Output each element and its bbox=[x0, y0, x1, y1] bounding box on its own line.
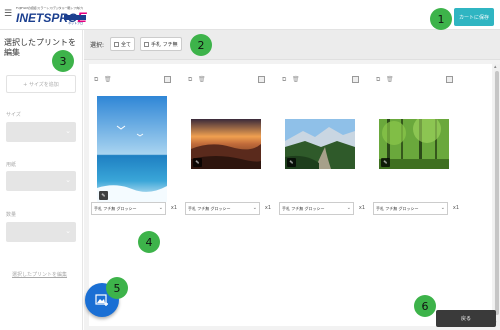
paper-select[interactable]: ⌄ bbox=[6, 171, 76, 191]
photo-thumbnail[interactable]: ✎ bbox=[285, 119, 355, 169]
annotation-badge: 1 bbox=[430, 8, 452, 30]
annotation-badge: 3 bbox=[52, 50, 74, 72]
print-option-label: 手札 フチ無 グロッシー bbox=[94, 205, 137, 211]
edit-pencil-icon[interactable]: ✎ bbox=[287, 158, 296, 167]
copy-icon[interactable]: ⧉ bbox=[94, 76, 98, 84]
copy-icon[interactable]: ⧉ bbox=[188, 76, 192, 84]
select-checkbox[interactable] bbox=[352, 76, 359, 83]
scroll-thumb[interactable] bbox=[495, 71, 499, 315]
size-label: サイズ bbox=[6, 112, 21, 118]
copy-icon[interactable]: ⧉ bbox=[376, 76, 380, 84]
sea-photo bbox=[97, 96, 167, 202]
edit-pencil-icon[interactable]: ✎ bbox=[99, 191, 108, 200]
quantity-label: x1 bbox=[170, 205, 177, 211]
add-photo-icon bbox=[95, 294, 108, 306]
size-select[interactable]: ⌄ bbox=[6, 122, 76, 142]
chevron-down-icon: ⌄ bbox=[346, 205, 351, 211]
select-checkbox[interactable] bbox=[446, 76, 453, 83]
photo-thumbnail[interactable]: ✎ bbox=[191, 119, 261, 169]
annotation-badge: 4 bbox=[138, 231, 160, 253]
apply-edit-link[interactable]: 選択したプリントを編集 bbox=[12, 271, 67, 278]
print-option-select[interactable]: 手札 フチ無 グロッシー ⌄ bbox=[373, 202, 448, 215]
trash-icon[interactable]: 🗑 bbox=[104, 76, 112, 83]
print-editor-page: ☰ FUJIFILMの認証(ミラーレス/デジタル一眼レフ向け) I NETSPR… bbox=[0, 0, 500, 330]
chevron-down-icon: ⌄ bbox=[440, 205, 445, 211]
return-button[interactable]: 戻る bbox=[436, 310, 496, 327]
select-size-chip[interactable]: 手札 フチ無 bbox=[140, 37, 182, 51]
chevron-down-icon: ⌄ bbox=[252, 205, 257, 211]
select-size-label: 手札 フチ無 bbox=[151, 41, 178, 48]
edit-pencil-icon[interactable]: ✎ bbox=[193, 158, 202, 167]
quantity-label: x1 bbox=[264, 205, 271, 211]
chevron-down-icon: ⌄ bbox=[158, 205, 163, 211]
select-checkbox[interactable] bbox=[258, 76, 265, 83]
print-card[interactable]: ⧉ 🗑 ✎ 手札 フチ無 グロッシー ⌄ x1 bbox=[91, 74, 177, 215]
filter-bar: 選択: 全て 手札 フチ無 bbox=[84, 30, 500, 60]
hamburger-icon[interactable]: ☰ bbox=[4, 10, 12, 19]
logo-bar bbox=[64, 15, 86, 20]
logo: FUJIFILMの認証(ミラーレス/デジタル一眼レフ向け) I NETSPRO … bbox=[16, 6, 87, 26]
edit-pencil-icon[interactable]: ✎ bbox=[381, 158, 390, 167]
print-card[interactable]: ⧉ 🗑 ✎ 手札 フチ無 グロッシー ⌄ x1 bbox=[279, 74, 365, 215]
print-option-label: 手札 フチ無 グロッシー bbox=[188, 205, 231, 211]
trash-icon[interactable]: 🗑 bbox=[292, 76, 300, 83]
logo-sub: ネットプロ bbox=[68, 21, 84, 25]
print-card[interactable]: ⧉ 🗑 ✎ 手札 フチ無 グロッシー ⌄ x1 bbox=[373, 74, 459, 215]
annotation-badge: 2 bbox=[190, 34, 212, 56]
photo-thumbnail[interactable]: ✎ bbox=[379, 119, 449, 169]
trash-icon[interactable]: 🗑 bbox=[386, 76, 394, 83]
print-option-label: 手札 フチ無 グロッシー bbox=[376, 205, 419, 211]
select-all-chip[interactable]: 全て bbox=[110, 37, 136, 51]
quantity-label: x1 bbox=[452, 205, 459, 211]
select-all-label: 全て bbox=[121, 41, 132, 48]
print-option-select[interactable]: 手札 フチ無 グロッシー ⌄ bbox=[185, 202, 260, 215]
count-select[interactable]: ⌄ bbox=[6, 222, 76, 242]
filter-label: 選択: bbox=[90, 42, 105, 49]
print-option-select[interactable]: 手札 フチ無 グロッシー ⌄ bbox=[279, 202, 354, 215]
quantity-label: x1 bbox=[358, 205, 365, 211]
logo-tagline: FUJIFILMの認証(ミラーレス/デジタル一眼レフ向け) bbox=[16, 6, 83, 10]
add-size-button[interactable]: + サイズを追加 bbox=[6, 75, 76, 93]
copy-icon[interactable]: ⧉ bbox=[282, 76, 286, 84]
select-checkbox[interactable] bbox=[164, 76, 171, 83]
checkbox-icon bbox=[114, 41, 119, 47]
save-to-cart-button[interactable]: カートに保存 bbox=[454, 8, 494, 26]
annotation-badge: 5 bbox=[106, 277, 128, 299]
edit-sidebar: 選択したプリントを編集 + サイズを追加 サイズ ⌄ 用紙 ⌄ 数量 ⌄ 選択し… bbox=[0, 30, 83, 330]
print-option-select[interactable]: 手札 フチ無 グロッシー ⌄ bbox=[91, 202, 166, 215]
header: ☰ FUJIFILMの認証(ミラーレス/デジタル一眼レフ向け) I NETSPR… bbox=[0, 0, 500, 30]
photo-thumbnail[interactable]: ✎ bbox=[97, 96, 167, 202]
print-list: ⧉ 🗑 ✎ 手札 フチ無 グロッシー ⌄ x1 ⧉ 🗑 ✎ 手札 フチ無 グロッ… bbox=[89, 64, 492, 326]
print-option-label: 手札 フチ無 グロッシー bbox=[282, 205, 325, 211]
vertical-scrollbar[interactable]: ▴ ▾ bbox=[494, 64, 500, 326]
trash-icon[interactable]: 🗑 bbox=[198, 76, 206, 83]
checkbox-icon bbox=[144, 41, 149, 47]
count-label: 数量 bbox=[6, 212, 17, 218]
scroll-up-icon[interactable]: ▴ bbox=[494, 64, 497, 70]
paper-label: 用紙 bbox=[6, 162, 17, 168]
chevron-down-icon: ⌄ bbox=[65, 127, 71, 135]
print-card[interactable]: ⧉ 🗑 ✎ 手札 フチ無 グロッシー ⌄ x1 bbox=[185, 74, 271, 215]
main-area: 選択: 全て 手札 フチ無 ⧉ 🗑 ✎ 手札 フチ無 グロッシー ⌄ x1 ⧉ … bbox=[84, 30, 500, 330]
annotation-badge: 6 bbox=[414, 295, 436, 317]
chevron-down-icon: ⌄ bbox=[65, 176, 71, 184]
chevron-down-icon: ⌄ bbox=[65, 227, 71, 235]
